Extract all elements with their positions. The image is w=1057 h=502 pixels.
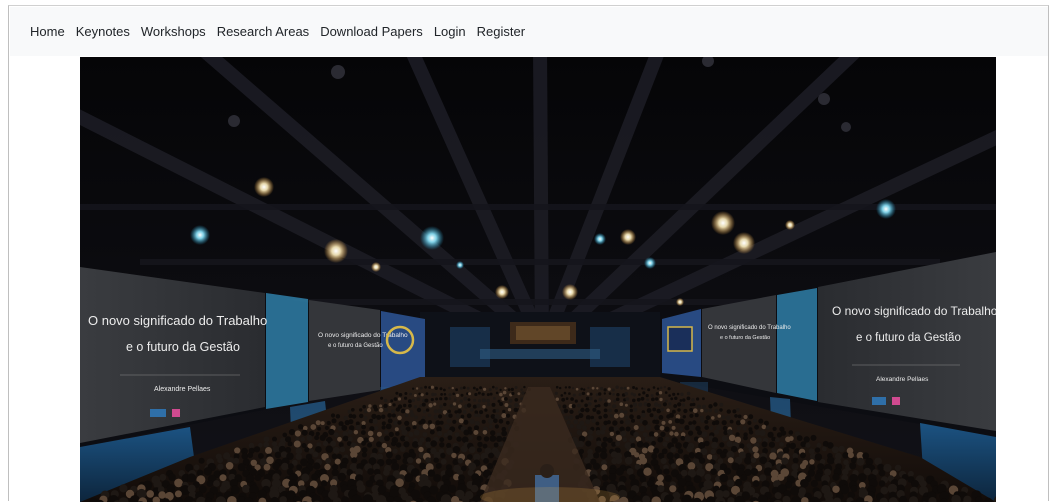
- nav-keynotes[interactable]: Keynotes: [76, 24, 130, 39]
- nav-home[interactable]: Home: [30, 24, 65, 39]
- nav-workshops[interactable]: Workshops: [141, 24, 206, 39]
- browser-viewport: Home Keynotes Workshops Research Areas D…: [8, 5, 1049, 501]
- nav-research-areas[interactable]: Research Areas: [217, 24, 310, 39]
- event-logo-right: [668, 327, 692, 351]
- right-screen-headline: O novo significado do Trabalho: [832, 304, 996, 318]
- nav-login[interactable]: Login: [434, 24, 466, 39]
- right-small-screen-text: O novo significado do Trabalho: [708, 325, 791, 331]
- right-screen-subhead: e o futuro da Gestão: [856, 332, 961, 344]
- conference-hall-photo: O novo significado do Trabalho e o futur…: [80, 57, 996, 502]
- left-screen-headline: O novo significado do Trabalho: [88, 313, 267, 328]
- top-navbar: Home Keynotes Workshops Research Areas D…: [10, 7, 1048, 56]
- nav-register[interactable]: Register: [477, 24, 525, 39]
- svg-text:e o futuro da Gestão: e o futuro da Gestão: [720, 335, 770, 341]
- left-screen-subhead: e o futuro da Gestão: [126, 340, 240, 354]
- left-small-screen-text: O novo significado do Trabalho: [318, 332, 408, 339]
- nav-download-papers[interactable]: Download Papers: [320, 24, 423, 39]
- left-screen-speaker: Alexandre Pellaes: [154, 386, 211, 393]
- hero-image: O novo significado do Trabalho e o futur…: [80, 57, 996, 502]
- right-screen-speaker: Alexandre Pellaes: [876, 376, 929, 383]
- svg-text:e o futuro da Gestão: e o futuro da Gestão: [328, 343, 383, 349]
